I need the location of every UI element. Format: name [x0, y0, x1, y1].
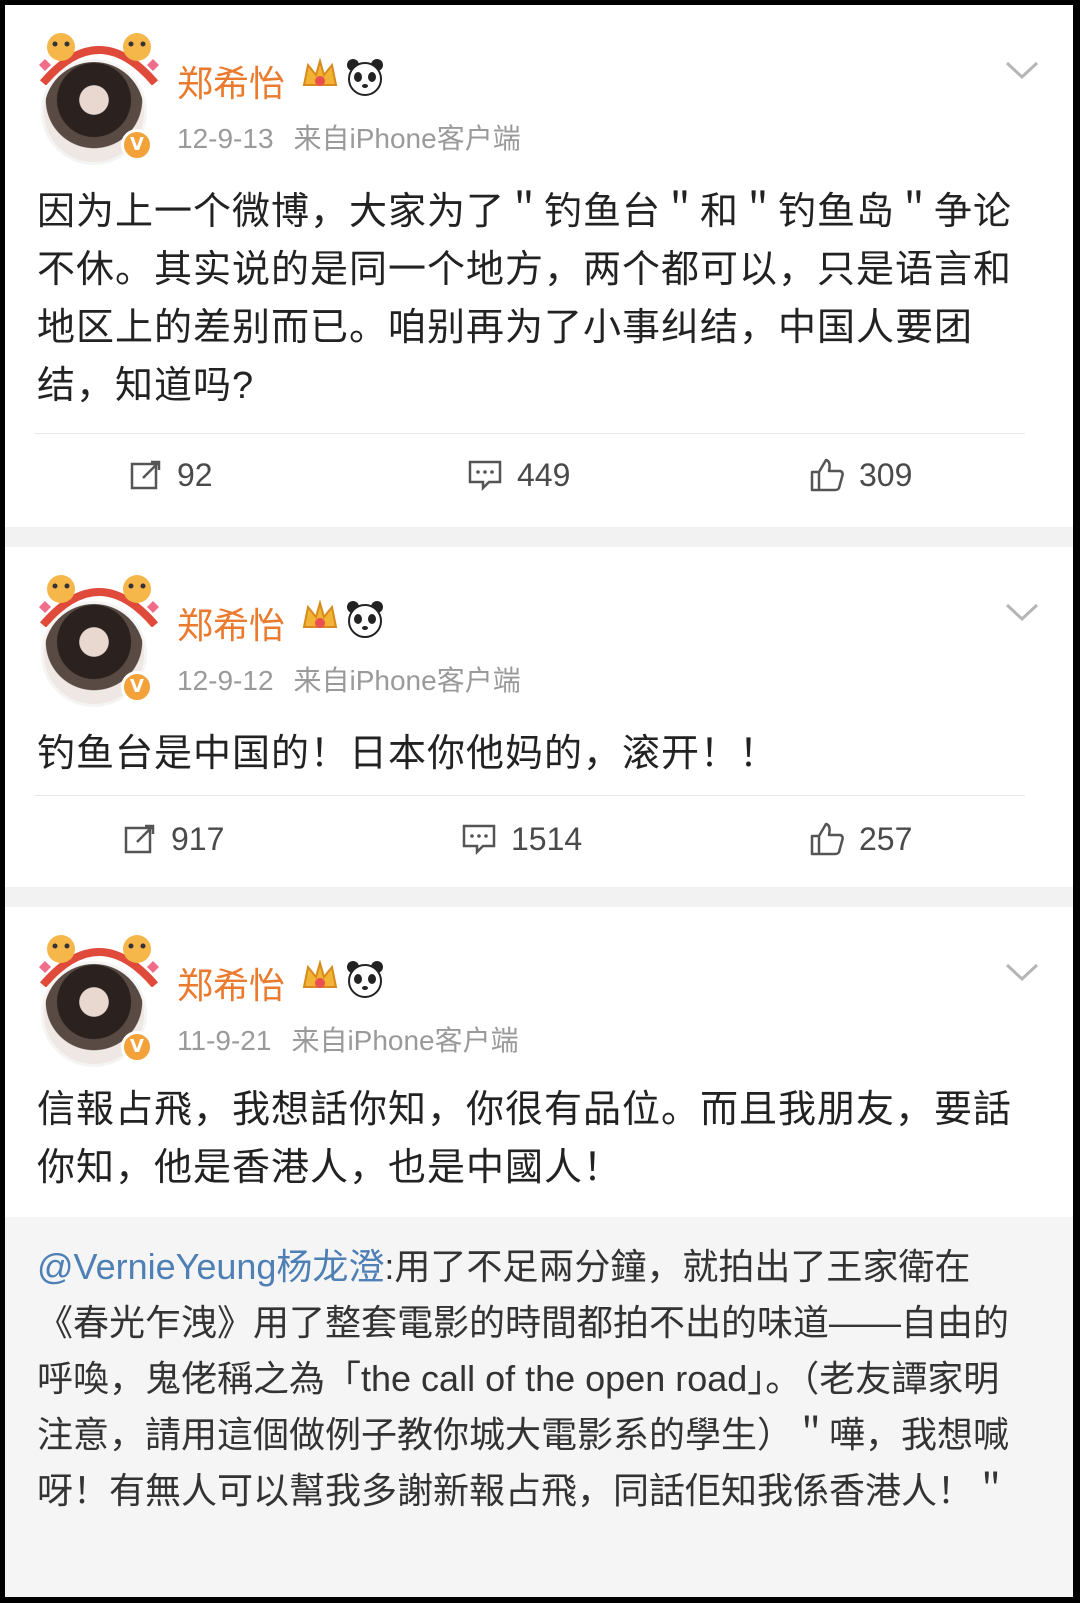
comment-button[interactable]: 1514: [461, 809, 582, 869]
verified-icon: V: [121, 1031, 153, 1063]
verified-icon: V: [121, 671, 153, 703]
weibo-post: V 郑希怡 12-9-13 来自iPhone客户端 因为上一个微博，大家为了＂钓鱼…: [5, 5, 1073, 527]
repost-icon: [124, 824, 155, 854]
post-meta: 11-9-21 来自iPhone客户端: [177, 1019, 519, 1059]
author-name[interactable]: 郑希怡: [177, 597, 285, 649]
post-meta: 12-9-13 来自iPhone客户端: [177, 117, 521, 157]
like-count: 309: [859, 456, 913, 493]
divider: [35, 795, 1025, 796]
comment-count: 449: [517, 456, 571, 493]
chevron-down-icon[interactable]: [1005, 601, 1039, 623]
panda-icon: [347, 59, 383, 96]
avatar[interactable]: V: [33, 25, 165, 165]
weibo-post: V 郑希怡 11-9-21 来自iPhone客户端 信報占飛，我想話你知，你很有品…: [5, 907, 1073, 1597]
chevron-down-icon[interactable]: [1005, 59, 1039, 81]
post-text: 钓鱼台是中国的！日本你他妈的，滚开！！: [37, 733, 779, 775]
panda-icon: [347, 961, 383, 998]
like-icon: [810, 458, 844, 492]
post-source: 来自iPhone客户端: [293, 123, 521, 154]
comment-button[interactable]: 449: [467, 445, 570, 505]
repost-icon: [130, 460, 161, 490]
repost-button[interactable]: 92: [129, 445, 213, 505]
post-date: 12-9-12: [177, 665, 274, 696]
like-button[interactable]: 257: [809, 809, 912, 869]
chevron-down-icon[interactable]: [1005, 961, 1039, 983]
divider: [35, 433, 1025, 434]
post-actions: 92 449 309: [5, 445, 1073, 505]
verified-icon: V: [121, 129, 153, 161]
crown-icon: [302, 959, 338, 988]
weibo-feed: V 郑希怡 12-9-13 来自iPhone客户端 因为上一个微博，大家为了＂钓鱼…: [5, 5, 1073, 1597]
panda-icon: [347, 601, 383, 638]
post-text: 因为上一个微博，大家为了＂钓鱼台＂和＂钓鱼岛＂争论不休。其实说的是同一个地方，两…: [37, 191, 1013, 407]
crown-icon: [302, 57, 338, 86]
post-date: 11-9-21: [177, 1025, 272, 1056]
avatar[interactable]: V: [33, 567, 165, 707]
like-icon: [810, 822, 844, 856]
post-text: 信報占飛，我想話你知，你很有品位。而且我朋友，要話你知，他是香港人，也是中國人！: [37, 1089, 1013, 1189]
author-name[interactable]: 郑希怡: [177, 55, 285, 107]
avatar[interactable]: V: [33, 927, 165, 1067]
weibo-post: V 郑希怡 12-9-12 来自iPhone客户端 钓鱼台是中国的！日本你他妈的，…: [5, 547, 1073, 887]
quoted-post[interactable]: @VernieYeung杨龙澄:用了不足兩分鐘，就拍出了王家衛在《春光乍洩》用了…: [5, 1217, 1073, 1597]
like-button[interactable]: 309: [809, 445, 912, 505]
comment-icon: [462, 824, 496, 856]
repost-button[interactable]: 917: [123, 809, 224, 869]
post-date: 12-9-13: [177, 123, 274, 154]
repost-count: 917: [171, 820, 225, 857]
repost-count: 92: [177, 456, 213, 493]
like-count: 257: [859, 820, 913, 857]
comment-icon: [468, 460, 502, 492]
post-source: 来自iPhone客户端: [291, 1025, 519, 1056]
mention-link[interactable]: @VernieYeung杨龙澄: [37, 1246, 384, 1287]
post-source: 来自iPhone客户端: [293, 665, 521, 696]
post-meta: 12-9-12 来自iPhone客户端: [177, 659, 521, 699]
comment-count: 1514: [511, 820, 583, 857]
crown-icon: [302, 599, 338, 628]
post-actions: 917 1514 257: [5, 809, 1073, 869]
author-name[interactable]: 郑希怡: [177, 957, 285, 1009]
quoted-post-text: @VernieYeung杨龙澄:用了不足兩分鐘，就拍出了王家衛在《春光乍洩》用了…: [37, 1239, 1033, 1519]
